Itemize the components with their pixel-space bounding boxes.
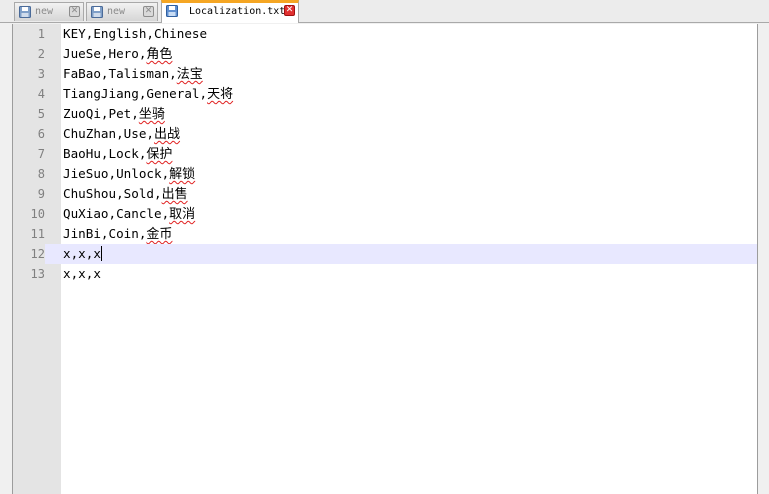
close-icon[interactable]: ✕: [284, 5, 295, 16]
line-number: 5: [37, 107, 45, 121]
save-icon: [19, 6, 31, 18]
line-text-chinese: 角色: [146, 47, 173, 62]
line-text: JueSe,Hero,角色: [63, 44, 172, 64]
line-text-chinese: 天将: [207, 87, 234, 102]
line-number: 12: [13, 244, 45, 264]
editor-line[interactable]: 12 x,x,x: [13, 244, 757, 264]
editor-line[interactable]: 9 ChuShou,Sold,出售: [13, 184, 757, 204]
line-text-prefix: x,x,x: [63, 266, 101, 281]
line-text-prefix: ChuShou,Sold,: [63, 186, 162, 201]
line-text-chinese: 金币: [146, 227, 173, 242]
line-text-prefix: JieSuo,Unlock,: [63, 166, 170, 181]
line-text-prefix: ChuZhan,Use,: [63, 126, 154, 141]
save-icon: [91, 6, 103, 18]
line-text: ZuoQi,Pet,坐骑: [63, 104, 165, 124]
line-text-prefix: BaoHu,Lock,: [63, 146, 147, 161]
tab-new-1[interactable]: new ✕: [14, 2, 84, 21]
line-text-prefix: FaBao,Talisman,: [63, 66, 177, 81]
tab-localization[interactable]: Localization.txt ✕: [161, 0, 299, 23]
line-text-prefix: KEY,English,: [63, 26, 154, 41]
editor-line[interactable]: 7 BaoHu,Lock,保护: [13, 144, 757, 164]
line-text: x,x,x: [63, 264, 101, 284]
line-text: JinBi,Coin,金币: [63, 224, 172, 244]
line-text: ChuZhan,Use,出战: [63, 124, 180, 144]
line-number: 6: [37, 127, 45, 141]
text-caret: [100, 246, 102, 261]
line-number: 7: [37, 147, 45, 161]
editor-line[interactable]: 8 JieSuo,Unlock,解锁: [13, 164, 757, 184]
line-text-chinese: 保护: [146, 147, 173, 162]
line-text: ChuShou,Sold,出售: [63, 184, 188, 204]
tab-label: new: [35, 6, 54, 17]
line-text: TiangJiang,General,天将: [63, 84, 233, 104]
line-text-chinese: 取消: [169, 207, 196, 222]
line-text: QuXiao,Cancle,取消: [63, 204, 195, 224]
line-text-prefix: JueSe,Hero,: [63, 46, 147, 61]
editor-line[interactable]: 1 KEY,English,Chinese: [13, 24, 757, 44]
line-text: JieSuo,Unlock,解锁: [63, 164, 195, 184]
line-number: 9: [37, 187, 45, 201]
line-text-prefix: ZuoQi,Pet,: [63, 106, 139, 121]
line-number: 2: [37, 47, 45, 61]
line-text-chinese: 出战: [154, 127, 181, 142]
line-text-prefix: QuXiao,Cancle,: [63, 206, 170, 221]
line-text-chinese: Chinese: [154, 26, 208, 41]
line-text: FaBao,Talisman,法宝: [63, 64, 203, 84]
editor-line[interactable]: 3 FaBao,Talisman,法宝: [13, 64, 757, 84]
text-editor[interactable]: 1 KEY,English,Chinese 2 JueSe,Hero,角色 3 FaBao…: [12, 24, 758, 494]
line-text: KEY,English,Chinese: [63, 24, 207, 44]
line-number: 13: [30, 267, 45, 281]
line-number: 4: [37, 87, 45, 101]
close-icon[interactable]: ✕: [143, 6, 154, 17]
line-number: 8: [37, 167, 45, 181]
editor-line[interactable]: 4 TiangJiang,General,天将: [13, 84, 757, 104]
editor-line[interactable]: 2 JueSe,Hero,角色: [13, 44, 757, 64]
tab-label: Localization.txt: [189, 6, 286, 17]
line-text-prefix: TiangJiang,General,: [63, 86, 208, 101]
line-text-chinese: 法宝: [176, 67, 203, 82]
tab-label: new: [107, 6, 126, 17]
line-text: x,x,x: [63, 244, 102, 264]
line-text-chinese: 出售: [161, 187, 188, 202]
close-icon[interactable]: ✕: [69, 6, 80, 17]
line-number: 3: [37, 67, 45, 81]
line-number: 11: [30, 227, 45, 241]
tab-bar: new ✕ new ✕ Localization.txt ✕: [0, 0, 769, 23]
line-text-prefix: JinBi,Coin,: [63, 226, 147, 241]
line-number: 1: [37, 27, 45, 41]
line-text-chinese: 坐骑: [138, 107, 165, 122]
line-text-chinese: 解锁: [169, 167, 196, 182]
line-text: BaoHu,Lock,保护: [63, 144, 172, 164]
tab-new-2[interactable]: new ✕: [86, 2, 158, 21]
editor-line[interactable]: 11 JinBi,Coin,金币: [13, 224, 757, 244]
editor-line[interactable]: 13 x,x,x: [13, 264, 757, 284]
save-icon: [166, 5, 178, 17]
editor-line[interactable]: 6 ChuZhan,Use,出战: [13, 124, 757, 144]
line-number: 10: [30, 207, 45, 221]
editor-line[interactable]: 5 ZuoQi,Pet,坐骑: [13, 104, 757, 124]
right-margin: [758, 24, 769, 494]
left-margin: [0, 24, 12, 494]
editor-line[interactable]: 10 QuXiao,Cancle,取消: [13, 204, 757, 224]
line-text-prefix: x,x,x: [63, 246, 101, 261]
